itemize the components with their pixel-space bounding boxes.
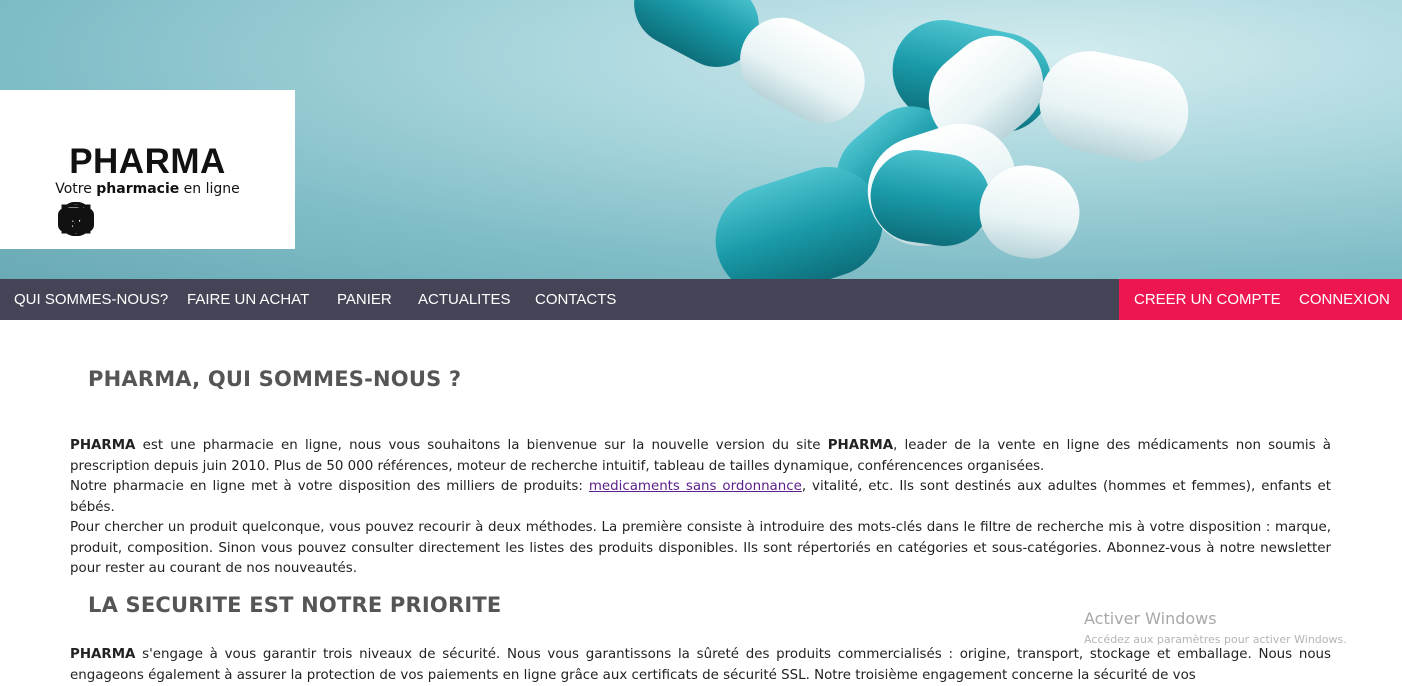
nav-actualites[interactable]: ACTUALITES	[418, 279, 511, 320]
brand-name-bold-3: PHARMA	[70, 647, 136, 662]
nav-faire-un-achat[interactable]: FAIRE UN ACHAT	[187, 279, 309, 320]
nav-panier[interactable]: PANIER	[337, 279, 392, 320]
otc-medicines-link[interactable]: medicaments sans ordonnance	[589, 479, 802, 494]
security-text: s'engage à vous garantir trois niveaux d…	[70, 647, 1331, 683]
nav-contacts[interactable]: CONTACTS	[535, 279, 616, 320]
hero-banner: PHARMA Votre pharmacie en ligne	[0, 0, 1402, 279]
social-links	[57, 202, 251, 236]
site-tagline: Votre pharmacie en ligne	[0, 181, 295, 197]
tagline-bold: pharmacie	[96, 181, 180, 197]
about-paragraph-1: PHARMA est une pharmacie en ligne, nous …	[70, 436, 1331, 477]
tagline-pre: Votre	[55, 181, 97, 197]
brand-name-bold-2: PHARMA	[827, 438, 894, 453]
tagline-post: en ligne	[179, 181, 240, 197]
about-text-a: est une pharmacie en ligne, nous vous so…	[135, 438, 828, 453]
nav-qui-sommes-nous[interactable]: QUI SOMMES-NOUS?	[14, 279, 168, 320]
section-heading-security: LA SECURITE EST NOTRE PRIORITE	[88, 593, 502, 617]
twitter-icon[interactable]	[58, 202, 251, 236]
main-navbar: QUI SOMMES-NOUS? FAIRE UN ACHAT PANIER A…	[0, 279, 1402, 320]
about-paragraph-2: Notre pharmacie en ligne met à votre dis…	[70, 477, 1331, 518]
windows-activation-title: Activer Windows	[1084, 609, 1217, 628]
create-account-button[interactable]: CREER UN COMPTE	[1134, 279, 1281, 320]
brand-name-bold: PHARMA	[70, 438, 136, 453]
windows-activation-subtitle: Accédez aux paramètres pour activer Wind…	[1084, 633, 1347, 646]
about-paragraph-3: Pour chercher un produit quelconque, vou…	[70, 520, 1331, 577]
brand-box: PHARMA Votre pharmacie en ligne	[0, 90, 295, 249]
account-actions: CREER UN COMPTE CONNEXION	[1119, 279, 1402, 320]
site-logo-title[interactable]: PHARMA	[0, 142, 295, 182]
products-text-a: Notre pharmacie en ligne met à votre dis…	[70, 479, 589, 494]
facebook-icon[interactable]	[61, 202, 199, 236]
login-button[interactable]: CONNEXION	[1299, 279, 1390, 320]
security-paragraph: PHARMA s'engage à vous garantir trois ni…	[70, 645, 1331, 686]
section-heading-about: PHARMA, QUI SOMMES-NOUS ?	[88, 367, 462, 391]
instagram-icon[interactable]	[61, 202, 147, 236]
